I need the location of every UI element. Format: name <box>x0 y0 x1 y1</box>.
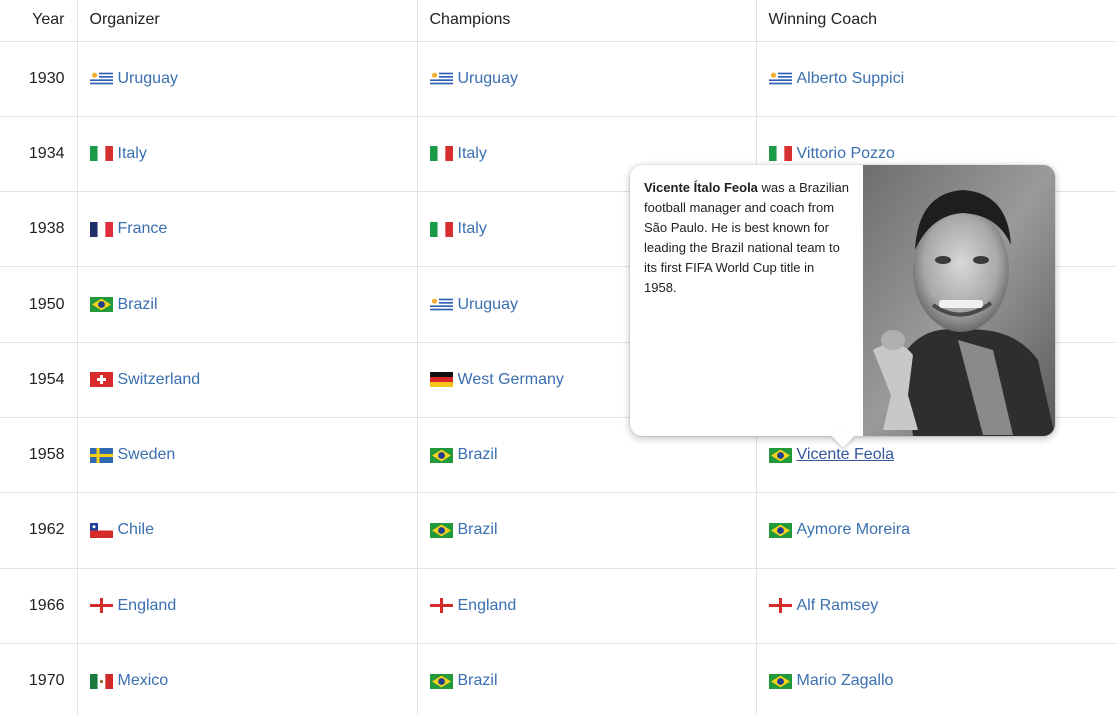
champion-link[interactable]: Uruguay <box>458 296 518 314</box>
italy-flag-icon <box>429 221 453 237</box>
year-cell: 1934 <box>0 116 78 193</box>
organizer-link[interactable]: Switzerland <box>118 371 201 389</box>
brazil-flag-icon <box>768 447 792 463</box>
year-cell: 1962 <box>0 492 78 569</box>
champion-link[interactable]: Brazil <box>458 446 498 464</box>
england-flag-icon <box>429 598 453 614</box>
coach-link[interactable]: Mario Zagallo <box>797 672 894 690</box>
champion-cell: Brazil <box>417 643 757 715</box>
organizer-cell: Mexico <box>77 643 418 715</box>
champion-link[interactable]: Uruguay <box>458 70 518 88</box>
organizer-cell: England <box>77 568 418 644</box>
coach-cell: Aymore Moreira <box>756 492 1116 569</box>
year-cell: 1930 <box>0 41 78 117</box>
coach-cell: Alberto Suppici <box>756 41 1116 117</box>
table-row: 1966 England England Alf Ramsey <box>0 568 1116 644</box>
sweden-flag-icon <box>89 447 113 463</box>
organizer-cell: Switzerland <box>77 342 418 418</box>
brazil-flag-icon <box>429 447 453 463</box>
brazil-flag-icon <box>89 297 113 313</box>
header-champions[interactable]: Champions <box>417 0 757 42</box>
coach-link[interactable]: Alf Ramsey <box>797 597 879 615</box>
champion-link[interactable]: Italy <box>458 145 487 163</box>
organizer-link[interactable]: Chile <box>118 521 154 539</box>
chile-flag-icon <box>89 522 113 538</box>
organizer-link[interactable]: France <box>118 220 168 238</box>
champion-link[interactable]: Italy <box>458 220 487 238</box>
germany-flag-icon <box>429 372 453 388</box>
year-cell: 1954 <box>0 342 78 418</box>
coach-cell: Mario Zagallo <box>756 643 1116 715</box>
coach-cell: Alf Ramsey <box>756 568 1116 644</box>
table-row: 1962 Chile Brazil Aymore Moreira <box>0 492 1116 569</box>
organizer-link[interactable]: Mexico <box>118 672 169 690</box>
organizer-link[interactable]: Sweden <box>118 446 176 464</box>
coach-link[interactable]: Alberto Suppici <box>797 70 905 88</box>
year-cell: 1958 <box>0 417 78 494</box>
coach-link[interactable]: Vicente Feola <box>797 446 895 464</box>
popup-text: Vicente Ítalo Feola was a Brazilian foot… <box>630 165 863 436</box>
year-cell: 1966 <box>0 568 78 644</box>
organizer-link[interactable]: Italy <box>118 145 147 163</box>
organizer-link[interactable]: Uruguay <box>118 70 178 88</box>
england-flag-icon <box>89 598 113 614</box>
champion-cell: England <box>417 568 757 644</box>
organizer-link[interactable]: Brazil <box>118 296 158 314</box>
uruguay-flag-icon <box>89 71 113 87</box>
organizer-cell: Uruguay <box>77 41 418 117</box>
table-row: 1930 Uruguay Uruguay Alberto Suppici <box>0 41 1116 117</box>
popup-description: was a Brazilian football manager and coa… <box>644 180 849 295</box>
organizer-cell: Brazil <box>77 266 418 343</box>
champion-link[interactable]: West Germany <box>458 371 564 389</box>
brazil-flag-icon <box>429 522 453 538</box>
brazil-flag-icon <box>429 673 453 689</box>
organizer-cell: Sweden <box>77 417 418 494</box>
italy-flag-icon <box>429 146 453 162</box>
portrait-photo[interactable] <box>863 165 1055 436</box>
organizer-cell: France <box>77 191 418 268</box>
header-year[interactable]: Year <box>0 0 78 42</box>
table-header-row: Year Organizer Champions Winning Coach <box>0 0 1116 42</box>
champion-cell: Brazil <box>417 492 757 569</box>
coach-link[interactable]: Vittorio Pozzo <box>797 145 895 163</box>
popup-person-name: Vicente Ítalo Feola <box>644 180 758 195</box>
switzerland-flag-icon <box>89 372 113 388</box>
year-cell: 1970 <box>0 643 78 715</box>
uruguay-flag-icon <box>429 297 453 313</box>
header-organizer[interactable]: Organizer <box>77 0 418 42</box>
year-cell: 1950 <box>0 266 78 343</box>
brazil-flag-icon <box>768 522 792 538</box>
table-row: 1970 Mexico Brazil Mario Zagallo <box>0 643 1116 715</box>
coach-link[interactable]: Aymore Moreira <box>797 521 911 539</box>
italy-flag-icon <box>89 146 113 162</box>
coach-preview-popup[interactable]: Vicente Ítalo Feola was a Brazilian foot… <box>630 165 1055 448</box>
organizer-cell: Chile <box>77 492 418 569</box>
champion-cell: Uruguay <box>417 41 757 117</box>
italy-flag-icon <box>768 146 792 162</box>
organizer-cell: Italy <box>77 116 418 193</box>
year-cell: 1938 <box>0 191 78 268</box>
mexico-flag-icon <box>89 673 113 689</box>
france-flag-icon <box>89 221 113 237</box>
champion-link[interactable]: England <box>458 597 517 615</box>
header-winning-coach[interactable]: Winning Coach <box>756 0 1116 42</box>
champion-link[interactable]: Brazil <box>458 672 498 690</box>
uruguay-flag-icon <box>429 71 453 87</box>
uruguay-flag-icon <box>768 71 792 87</box>
champion-link[interactable]: Brazil <box>458 521 498 539</box>
england-flag-icon <box>768 598 792 614</box>
brazil-flag-icon <box>768 673 792 689</box>
organizer-link[interactable]: England <box>118 597 177 615</box>
